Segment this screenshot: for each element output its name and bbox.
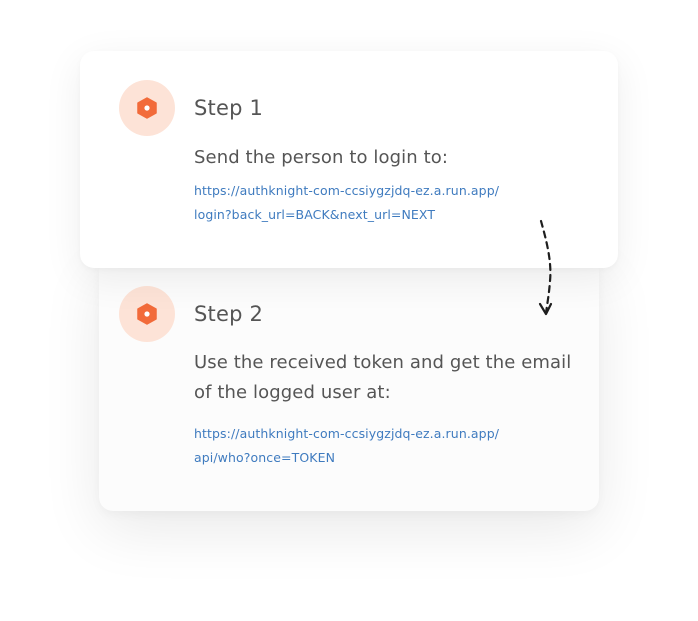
step-1-badge bbox=[119, 80, 175, 136]
step-1-link-line-2: login?back_url=BACK&next_url=NEXT bbox=[194, 207, 436, 222]
step-2-api-link[interactable]: https://authknight-com-ccsiygzjdq-ez.a.r… bbox=[194, 422, 574, 470]
dashed-arrow-icon bbox=[538, 219, 553, 316]
step-2-card: Step 2 Use the received token and get th… bbox=[99, 258, 599, 511]
steps-illustration: Step 1 Send the person to login to: http… bbox=[0, 0, 698, 621]
step-2-badge bbox=[119, 286, 175, 342]
hexagon-icon bbox=[137, 303, 157, 325]
step-1-description: Send the person to login to: bbox=[194, 147, 449, 168]
hexagon-icon bbox=[137, 97, 157, 119]
step-1-link-line-1: https://authknight-com-ccsiygzjdq-ez.a.r… bbox=[194, 183, 500, 198]
step-1-login-link[interactable]: https://authknight-com-ccsiygzjdq-ez.a.r… bbox=[194, 179, 574, 227]
step-2-link-line-1: https://authknight-com-ccsiygzjdq-ez.a.r… bbox=[194, 426, 500, 441]
step-2-description: Use the received token and get the email… bbox=[194, 352, 572, 403]
step-1-title: Step 1 bbox=[194, 96, 264, 120]
step-2-link-line-2: api/who?once=TOKEN bbox=[194, 450, 336, 465]
step-2-title: Step 2 bbox=[194, 302, 264, 326]
